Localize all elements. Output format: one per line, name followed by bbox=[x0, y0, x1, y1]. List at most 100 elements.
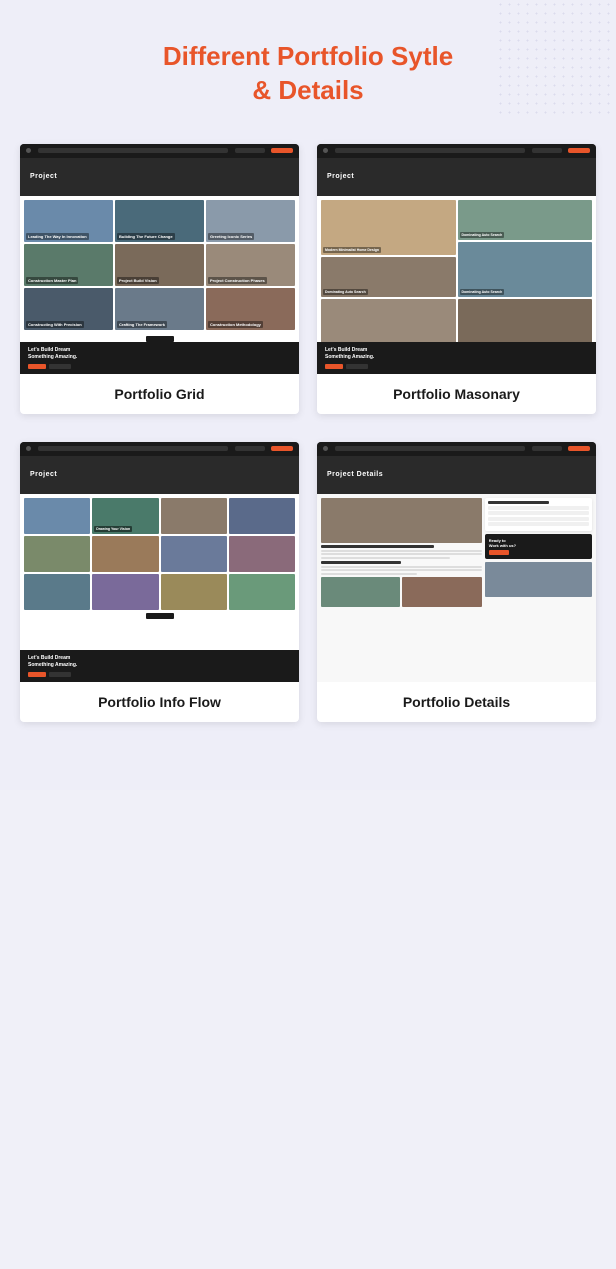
if-cell-11 bbox=[161, 574, 227, 610]
masonary-cell-3: Dominating Auto Search bbox=[321, 257, 456, 297]
portfolio-grid-card[interactable]: Project Leading The Way In Innovation Bu… bbox=[20, 144, 299, 414]
nav-bar-if bbox=[38, 446, 228, 451]
mini-hero-infoflow: Project bbox=[20, 456, 299, 494]
mini-hero-masonary: Project bbox=[317, 158, 596, 196]
masonary-col-left: Modern Minimalist Home Design Dominating… bbox=[321, 200, 456, 342]
mini-content-infoflow: Drawing Your Vision bbox=[20, 494, 299, 650]
masonary-cell-5: Dominating Auto Search bbox=[321, 299, 456, 342]
sidebar-title bbox=[488, 501, 549, 504]
masonary-cell-6: Eliminating Auto Search bbox=[458, 299, 593, 342]
footer-btn-m2 bbox=[346, 364, 368, 369]
mini-footer-grid: Let's Build DreamSomething Amazing. bbox=[20, 342, 299, 374]
heading-text: Different Portfolio Sytle & Details bbox=[20, 40, 596, 108]
if-cell-4 bbox=[229, 498, 295, 534]
nav-btn-m bbox=[568, 148, 590, 153]
mini-nav-details bbox=[317, 442, 596, 456]
grid-cell-label-4: Construction Master Plan bbox=[26, 277, 78, 284]
portfolio-details-label: Portfolio Details bbox=[317, 682, 596, 722]
footer-btn-if1 bbox=[28, 672, 46, 677]
heading-line1: Different bbox=[163, 41, 277, 71]
mini-content-masonary: Modern Minimalist Home Design Dominating… bbox=[317, 196, 596, 342]
portfolio-cards-bottom-row: Project Drawing Your Vision bbox=[20, 442, 596, 722]
footer-btn-2 bbox=[49, 364, 71, 369]
footer-btns-grid bbox=[28, 364, 77, 369]
hero-title-infoflow: Project bbox=[30, 471, 57, 478]
if-cell-7 bbox=[161, 536, 227, 572]
infoflow-load-more-row bbox=[20, 610, 299, 621]
grid-cell-4: Construction Master Plan bbox=[24, 244, 113, 286]
if-cell-2: Drawing Your Vision bbox=[92, 498, 158, 534]
portfolio-infoflow-card[interactable]: Project Drawing Your Vision bbox=[20, 442, 299, 722]
cta-text: Ready toWork with us? bbox=[489, 538, 588, 548]
grid-cell-6: Project Construction Phases bbox=[206, 244, 295, 286]
portfolio-details-preview: Project Details bbox=[317, 442, 596, 682]
masonary-cell-2: Dominating Auto Search bbox=[458, 200, 593, 240]
infoflow-row1: Drawing Your Vision bbox=[20, 494, 299, 534]
details-right: Ready toWork with us? bbox=[485, 498, 592, 607]
details-title-line bbox=[321, 545, 434, 548]
nav-bar-m2 bbox=[532, 148, 562, 153]
portfolio-grid-label: Portfolio Grid bbox=[20, 374, 299, 414]
masonary-cell-4: Dominating Auto Search bbox=[458, 242, 593, 297]
portfolio-cards-top-row: Project Leading The Way In Innovation Bu… bbox=[20, 144, 596, 414]
mini-nav-grid bbox=[20, 144, 299, 158]
mini-browser-masonary: Project Modern Minimalist Home Design Do… bbox=[317, 144, 596, 374]
mini-browser-grid: Project Leading The Way In Innovation Bu… bbox=[20, 144, 299, 374]
mini-browser-details: Project Details bbox=[317, 442, 596, 682]
if-cell-12 bbox=[229, 574, 295, 610]
grid-cell-2: Building The Future Change bbox=[115, 200, 204, 242]
nav-bar-if2 bbox=[235, 446, 265, 451]
footer-text-infoflow: Let's Build DreamSomething Amazing. bbox=[28, 655, 77, 669]
if-cell-5 bbox=[24, 536, 90, 572]
footer-btn-if2 bbox=[49, 672, 71, 677]
footer-btns-masonary bbox=[325, 364, 374, 369]
if-cell-10 bbox=[92, 574, 158, 610]
pg-grid: Leading The Way In Innovation Building T… bbox=[20, 196, 299, 334]
sidebar-item-4 bbox=[488, 522, 589, 526]
details-text-5 bbox=[321, 569, 482, 571]
grid-cell-label-5: Project Build Vision bbox=[117, 277, 159, 284]
nav-btn-pd bbox=[568, 446, 590, 451]
details-left bbox=[321, 498, 482, 607]
sidebar-item-2 bbox=[488, 511, 589, 515]
details-main-img bbox=[321, 498, 482, 543]
details-subtitle bbox=[321, 561, 401, 564]
nav-dot bbox=[26, 148, 31, 153]
mini-nav-masonary bbox=[317, 144, 596, 158]
grid-cell-label-9: Construction Methodology bbox=[208, 321, 263, 328]
portfolio-masonary-preview: Project Modern Minimalist Home Design Do… bbox=[317, 144, 596, 374]
infoflow-load-more-btn bbox=[146, 613, 174, 619]
details-text-2 bbox=[321, 553, 482, 555]
nav-bar-pd2 bbox=[532, 446, 562, 451]
details-bottom-imgs bbox=[321, 577, 482, 607]
grid-cell-label-6: Project Construction Phases bbox=[208, 277, 267, 284]
page-wrapper: Different Portfolio Sytle & Details bbox=[0, 0, 616, 790]
details-sidebar bbox=[485, 498, 592, 531]
mini-nav-infoflow bbox=[20, 442, 299, 456]
infoflow-row2 bbox=[20, 534, 299, 572]
grid-cell-9: Construction Methodology bbox=[206, 288, 295, 330]
hero-title-grid: Project bbox=[30, 173, 57, 180]
grid-cell-label-8: Crafting The Framework bbox=[117, 321, 167, 328]
mini-hero-grid: Project bbox=[20, 158, 299, 196]
portfolio-details-card[interactable]: Project Details bbox=[317, 442, 596, 722]
mini-content-grid: Leading The Way In Innovation Building T… bbox=[20, 196, 299, 342]
portfolio-masonary-label: Portfolio Masonary bbox=[317, 374, 596, 414]
details-text-6 bbox=[321, 573, 417, 575]
mini-footer-masonary: Let's Build DreamSomething Amazing. bbox=[317, 342, 596, 374]
masonary-label-1: Modern Minimalist Home Design bbox=[323, 247, 381, 253]
mini-browser-infoflow: Project Drawing Your Vision bbox=[20, 442, 299, 682]
masonary-label-3: Dominating Auto Search bbox=[323, 289, 368, 295]
nav-bar-m bbox=[335, 148, 525, 153]
footer-btns-infoflow bbox=[28, 672, 77, 677]
footer-text-grid: Let's Build DreamSomething Amazing. bbox=[28, 347, 77, 361]
footer-text-masonary: Let's Build DreamSomething Amazing. bbox=[325, 347, 374, 361]
if-cell-1 bbox=[24, 498, 90, 534]
mini-footer-infoflow: Let's Build DreamSomething Amazing. bbox=[20, 650, 299, 682]
nav-bar-pd bbox=[335, 446, 525, 451]
portfolio-masonary-card[interactable]: Project Modern Minimalist Home Design Do… bbox=[317, 144, 596, 414]
nav-dot-m bbox=[323, 148, 328, 153]
sidebar-item-1 bbox=[488, 506, 589, 510]
if-cell-9 bbox=[24, 574, 90, 610]
heading-highlight: Portfolio Sytle bbox=[277, 41, 453, 71]
